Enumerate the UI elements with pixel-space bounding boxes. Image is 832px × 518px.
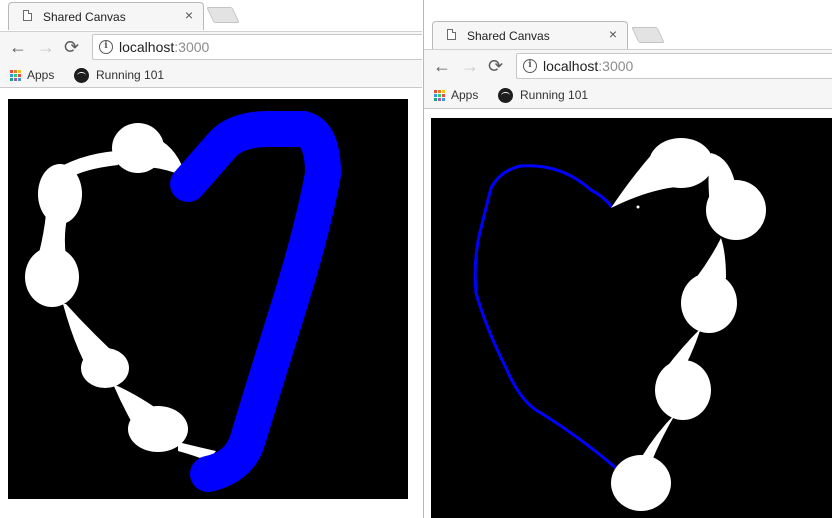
page-icon bbox=[23, 10, 32, 21]
bookmark-running-label: Running 101 bbox=[520, 88, 589, 102]
drawing-canvas[interactable] bbox=[431, 118, 832, 518]
close-icon[interactable]: × bbox=[185, 7, 193, 23]
bookmark-running-label: Running 101 bbox=[96, 68, 165, 82]
url-host: localhost bbox=[543, 58, 599, 74]
new-tab-button[interactable] bbox=[631, 27, 665, 43]
tab-title: Shared Canvas bbox=[43, 10, 126, 24]
back-arrow-icon[interactable]: ← bbox=[433, 56, 451, 76]
white-drop-strokes bbox=[611, 138, 766, 511]
tab-shared-canvas[interactable]: Shared Canvas × bbox=[8, 2, 204, 30]
blue-thin-stroke bbox=[473, 164, 618, 470]
white-dot bbox=[636, 205, 640, 209]
bookmark-apps-label: Apps bbox=[27, 68, 55, 82]
forward-arrow-icon[interactable]: → bbox=[37, 37, 55, 57]
canvas-drawing bbox=[473, 138, 766, 511]
page-icon bbox=[447, 29, 456, 40]
url-text: localhost:3000 bbox=[543, 58, 633, 74]
canvas-drawing bbox=[25, 111, 341, 492]
bookmark-running-101[interactable]: Running 101 bbox=[74, 68, 164, 84]
white-drop bbox=[81, 348, 129, 388]
white-drop bbox=[681, 273, 737, 333]
white-drop bbox=[25, 247, 79, 307]
white-drop bbox=[611, 455, 671, 511]
address-bar[interactable]: i localhost:3000 bbox=[92, 34, 422, 60]
white-drop bbox=[655, 360, 711, 420]
tab-title: Shared Canvas bbox=[467, 29, 550, 43]
bookmarks-bar: Apps Running 101 bbox=[0, 63, 422, 88]
toolbar: ← → ⟳ i localhost:3000 bbox=[424, 49, 832, 82]
url-port: :3000 bbox=[174, 39, 210, 55]
tab-strip: Shared Canvas × bbox=[0, 0, 422, 31]
bookmark-apps-label: Apps bbox=[451, 88, 479, 102]
toolbar: ← → ⟳ i localhost:3000 bbox=[0, 31, 422, 63]
url-port: :3000 bbox=[598, 58, 634, 74]
close-icon[interactable]: × bbox=[609, 26, 617, 42]
reload-icon[interactable]: ⟳ bbox=[64, 37, 79, 57]
back-arrow-icon[interactable]: ← bbox=[9, 37, 27, 57]
apps-grid-icon bbox=[434, 90, 445, 102]
bookmark-running-101[interactable]: Running 101 bbox=[498, 88, 588, 104]
apps-grid-icon bbox=[10, 70, 21, 82]
drawing-canvas[interactable] bbox=[8, 99, 408, 499]
browser-window-right: Shared Canvas × ← → ⟳ i localhost:3000 A… bbox=[423, 0, 832, 518]
tab-shared-canvas[interactable]: Shared Canvas × bbox=[432, 21, 628, 49]
new-tab-button[interactable] bbox=[206, 7, 240, 23]
browser-window-left: Shared Canvas × ← → ⟳ i localhost:3000 A… bbox=[0, 0, 422, 518]
info-icon[interactable]: i bbox=[523, 59, 537, 73]
spotify-icon bbox=[74, 68, 89, 84]
white-drop bbox=[706, 180, 766, 240]
reload-icon[interactable]: ⟳ bbox=[488, 56, 503, 76]
url-text: localhost:3000 bbox=[119, 39, 209, 55]
bookmarks-bar: Apps Running 101 bbox=[424, 82, 832, 109]
bookmark-apps[interactable]: Apps bbox=[434, 88, 478, 104]
address-bar[interactable]: i localhost:3000 bbox=[516, 53, 832, 79]
forward-arrow-icon[interactable]: → bbox=[461, 56, 479, 76]
spotify-icon bbox=[498, 88, 513, 104]
white-drop bbox=[649, 138, 713, 188]
blue-thick-stroke bbox=[170, 111, 341, 492]
tab-strip: Shared Canvas × bbox=[424, 0, 832, 49]
bookmark-apps[interactable]: Apps bbox=[10, 68, 54, 84]
info-icon[interactable]: i bbox=[99, 40, 113, 54]
url-host: localhost bbox=[119, 39, 175, 55]
